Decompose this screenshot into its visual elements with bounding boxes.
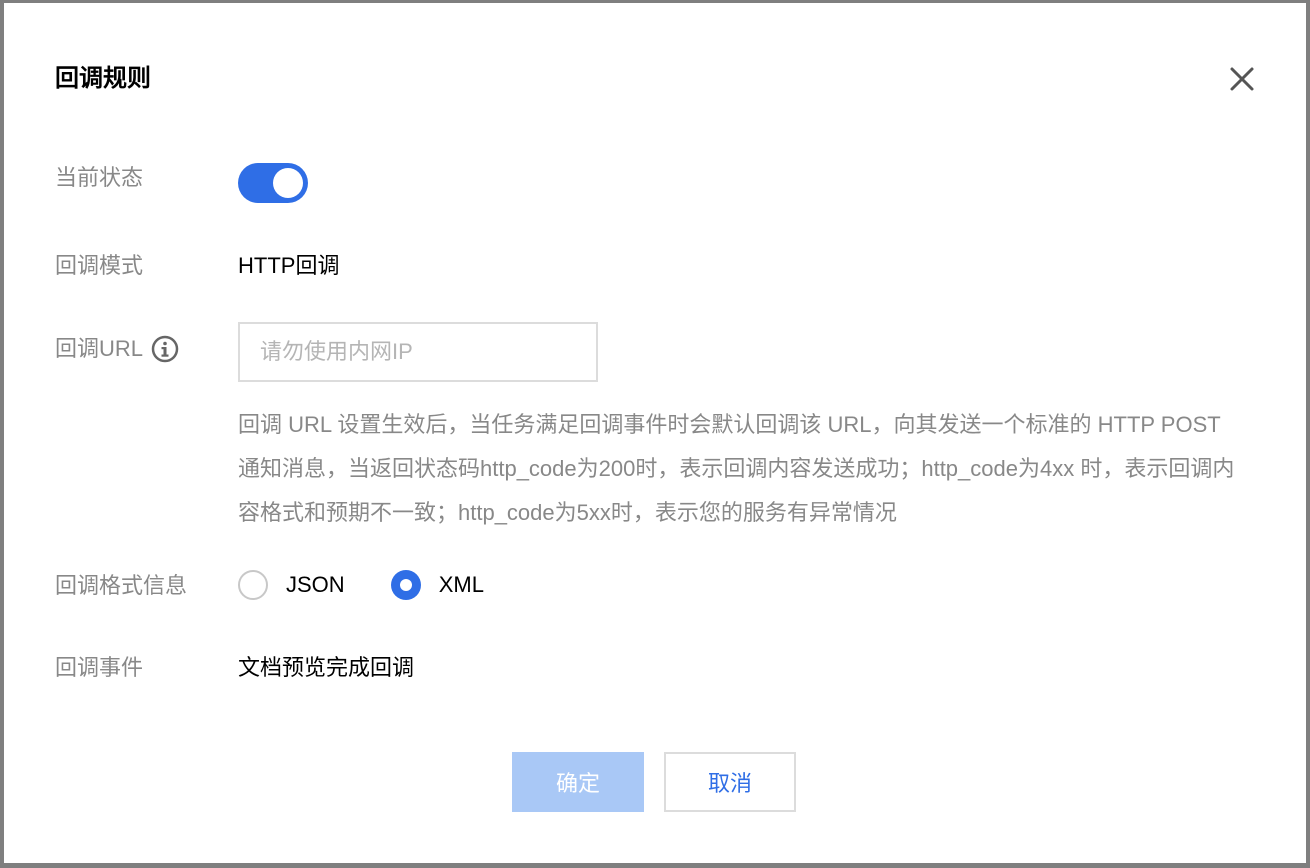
radio-json-label: JSON [286,572,345,597]
format-option-json[interactable]: JSON [238,570,345,600]
callback-rule-dialog: 回调规则 当前状态 回调模式 HTTP回调 回调URL 回调 URL 设置生效后… [4,3,1306,863]
format-option-xml[interactable]: XML [390,570,484,600]
radio-xml[interactable] [390,570,421,600]
confirm-button[interactable]: 确定 [512,752,644,812]
mode-value: HTTP回调 [238,253,340,278]
info-icon[interactable] [151,335,179,363]
url-label-group: 回调URL [55,334,179,364]
callback-url-help-text: 回调 URL 设置生效后，当任务满足回调事件时会默认回调该 URL，向其发送一个… [238,412,1235,525]
toggle-knob [273,168,303,198]
event-label: 回调事件 [55,655,144,680]
url-label: 回调URL [55,336,144,361]
radio-json[interactable] [238,570,268,600]
close-button[interactable] [1226,63,1258,95]
status-toggle[interactable] [238,163,308,203]
close-icon [1230,67,1254,91]
radio-xml-label: XML [438,572,484,597]
callback-url-input[interactable] [238,322,598,382]
format-radio-group: JSON XML [238,568,530,602]
dialog-title: 回调规则 [55,65,151,92]
event-value: 文档预览完成回调 [238,655,415,680]
cancel-button[interactable]: 取消 [664,752,796,812]
status-label: 当前状态 [55,165,144,190]
mode-label: 回调模式 [55,253,144,278]
format-label: 回调格式信息 [55,573,188,598]
